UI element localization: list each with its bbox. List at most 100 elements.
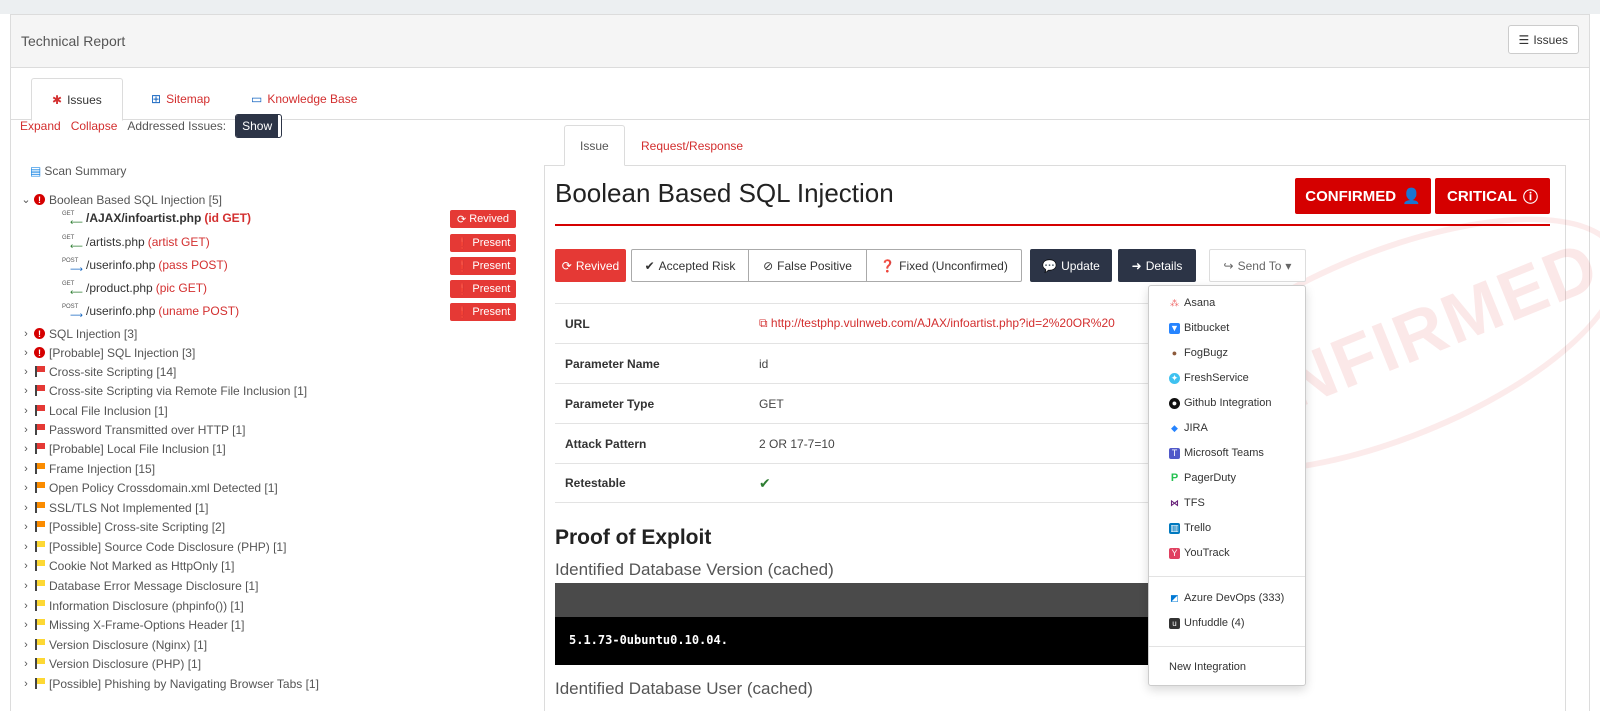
tab-request-response[interactable]: Request/Response (626, 125, 758, 166)
false-positive-button[interactable]: ⊘ False Positive (748, 249, 867, 282)
tree-node[interactable]: › Cross-site Scripting via Remote File In… (20, 381, 307, 400)
status-badge: ⟳ Revived (450, 210, 516, 228)
tree-node[interactable]: › Local File Inclusion [1] (20, 401, 168, 420)
list-item[interactable]: GET ⟵ /product.php (pic GET) (62, 278, 207, 297)
table-row: Parameter Name id (555, 343, 1155, 383)
tree-node[interactable]: › [Possible] Phishing by Navigating Brows… (20, 674, 319, 693)
chevron-right-icon[interactable]: › (20, 347, 32, 359)
orange-flag-icon (34, 521, 45, 532)
menu-item-jira[interactable]: ◆ JIRA (1169, 418, 1208, 438)
chevron-right-icon[interactable]: › (20, 580, 32, 592)
status-badge: ❗ Present (450, 234, 516, 252)
tree-node[interactable]: › [Possible] Cross-site Scripting [2] (20, 517, 225, 536)
chevron-right-icon[interactable]: › (20, 482, 32, 494)
tree-node[interactable]: › Cross-site Scripting [14] (20, 362, 176, 381)
tab-issue[interactable]: Issue (564, 125, 625, 166)
tree-node[interactable]: ›! SQL Injection [3] (20, 324, 137, 343)
confirmed-badge: CONFIRMED 👤 (1295, 178, 1431, 214)
menu-item-fogbugz[interactable]: ● FogBugz (1169, 343, 1228, 363)
menu-item-azure-devops[interactable]: ◩ Azure DevOps (333) (1169, 588, 1284, 608)
check-circle-icon: ✔ (644, 258, 655, 273)
trello-icon: ▥ (1169, 522, 1180, 534)
details-button[interactable]: ➜ Details (1118, 249, 1196, 282)
red-flag-icon (34, 405, 45, 416)
menu-item-pagerduty[interactable]: P PagerDuty (1169, 468, 1236, 488)
chevron-right-icon[interactable]: › (20, 463, 32, 475)
chevron-right-icon[interactable]: › (20, 366, 32, 378)
menu-item-youtrack[interactable]: Y YouTrack (1169, 543, 1230, 563)
tree-node[interactable]: › Database Error Message Disclosure [1] (20, 576, 258, 595)
menu-item-unfuddle[interactable]: u Unfuddle (4) (1169, 613, 1245, 633)
book-icon: ▭ (251, 92, 263, 106)
chevron-right-icon[interactable]: › (20, 560, 32, 572)
chevron-right-icon[interactable]: › (20, 443, 32, 455)
red-flag-icon (34, 366, 45, 377)
chevron-down-icon[interactable]: ⌄ (20, 193, 32, 206)
tree-node[interactable]: › Information Disclosure (phpinfo()) [1] (20, 596, 244, 615)
url-link[interactable]: ⧉ http://testphp.vulnweb.com/AJAX/infoar… (759, 316, 1115, 331)
tree-node[interactable]: › [Probable] Local File Inclusion [1] (20, 439, 226, 458)
menu-item-freshservice[interactable]: ✦ FreshService (1169, 368, 1249, 388)
tree-node[interactable]: ⌄! Boolean Based SQL Injection [5] (20, 190, 222, 209)
menu-item-microsoft-teams[interactable]: T Microsoft Teams (1169, 443, 1264, 463)
collapse-link[interactable]: Collapse (71, 119, 118, 133)
tree-node[interactable]: › Cookie Not Marked as HttpOnly [1] (20, 556, 234, 575)
chevron-right-icon[interactable]: › (20, 600, 32, 612)
code-header (555, 583, 1155, 617)
panel-header: Technical Report ☰ Issues (11, 15, 1589, 68)
issues-button[interactable]: ☰ Issues (1507, 25, 1579, 54)
revived-button[interactable]: ⟳ Revived (555, 249, 626, 282)
comment-icon: 💬 (1042, 258, 1058, 273)
chevron-right-icon[interactable]: › (20, 385, 32, 397)
get-method-icon: GET ⟵ (62, 210, 83, 227)
chevron-right-icon[interactable]: › (20, 502, 32, 514)
menu-item-trello[interactable]: ▥ Trello (1169, 518, 1211, 538)
sitemap-icon: ⊞ (151, 92, 162, 106)
chevron-right-icon[interactable]: › (20, 541, 32, 553)
main-tabs: ✱ Issues ⊞ Sitemap ▭ Knowledge Base (11, 68, 1589, 121)
tree-node[interactable]: › Open Policy Crossdomain.xml Detected [1… (20, 478, 278, 497)
asana-icon: ⁂ (1170, 297, 1179, 308)
update-button[interactable]: 💬 Update (1030, 249, 1112, 282)
list-item[interactable]: POST ⟶ /userinfo.php (uname POST) (62, 301, 239, 320)
menu-item-bitbucket[interactable]: ▼ Bitbucket (1169, 318, 1229, 338)
menu-item-new-integration[interactable]: New Integration (1169, 657, 1246, 677)
show-toggle[interactable]: Show (235, 114, 283, 138)
chevron-right-icon[interactable]: › (20, 658, 32, 670)
menu-divider (1149, 576, 1305, 577)
scan-summary-link[interactable]: ▤ Scan Summary (30, 164, 126, 178)
menu-item-asana[interactable]: ⁂ Asana (1169, 293, 1215, 313)
chevron-right-icon[interactable]: › (20, 328, 32, 340)
tree-node[interactable]: › Frame Injection [15] (20, 459, 155, 478)
chevron-right-icon[interactable]: › (20, 424, 32, 436)
list-item[interactable]: POST ⟶ /userinfo.php (pass POST) (62, 255, 228, 274)
tree-node[interactable]: ›! [Probable] SQL Injection [3] (20, 343, 195, 362)
menu-item-github[interactable]: ● Github Integration (1169, 393, 1271, 413)
tab-knowledge-base[interactable]: ▭ Knowledge Base (231, 78, 377, 120)
tab-sitemap[interactable]: ⊞ Sitemap (131, 78, 230, 120)
tfs-icon: ⋈ (1170, 497, 1179, 508)
send-to-button[interactable]: ↪ Send To ▾ (1209, 249, 1306, 282)
chevron-right-icon[interactable]: › (20, 639, 32, 651)
chevron-right-icon[interactable]: › (20, 619, 32, 631)
accepted-risk-button[interactable]: ✔ Accepted Risk (631, 249, 749, 282)
menu-item-tfs[interactable]: ⋈ TFS (1169, 493, 1205, 513)
severity-badge: CRITICAL ⓘ (1435, 178, 1550, 214)
refresh-icon: ⟳ (457, 213, 467, 226)
fixed-unconfirmed-button[interactable]: ❓ Fixed (Unconfirmed) (866, 249, 1022, 282)
tree-node[interactable]: › Version Disclosure (Nginx) [1] (20, 635, 207, 654)
chevron-right-icon[interactable]: › (20, 678, 32, 690)
chevron-right-icon[interactable]: › (20, 521, 32, 533)
list-item[interactable]: GET ⟵ /artists.php (artist GET) (62, 232, 210, 251)
refresh-icon: ⟳ (561, 258, 572, 273)
expand-link[interactable]: Expand (20, 119, 61, 133)
list-item[interactable]: GET ⟵ /AJAX/infoartist.php (id GET) (62, 208, 251, 227)
tree-node[interactable]: › Missing X-Frame-Options Header [1] (20, 615, 244, 634)
tree-node[interactable]: › Password Transmitted over HTTP [1] (20, 420, 245, 439)
chevron-right-icon[interactable]: › (20, 405, 32, 417)
tree-node[interactable]: › [Possible] Source Code Disclosure (PHP)… (20, 537, 286, 556)
caret-down-icon: ▾ (1285, 258, 1292, 273)
tree-node[interactable]: › Version Disclosure (PHP) [1] (20, 654, 201, 673)
tree-node[interactable]: › SSL/TLS Not Implemented [1] (20, 498, 208, 517)
page-title: Technical Report (21, 33, 126, 49)
